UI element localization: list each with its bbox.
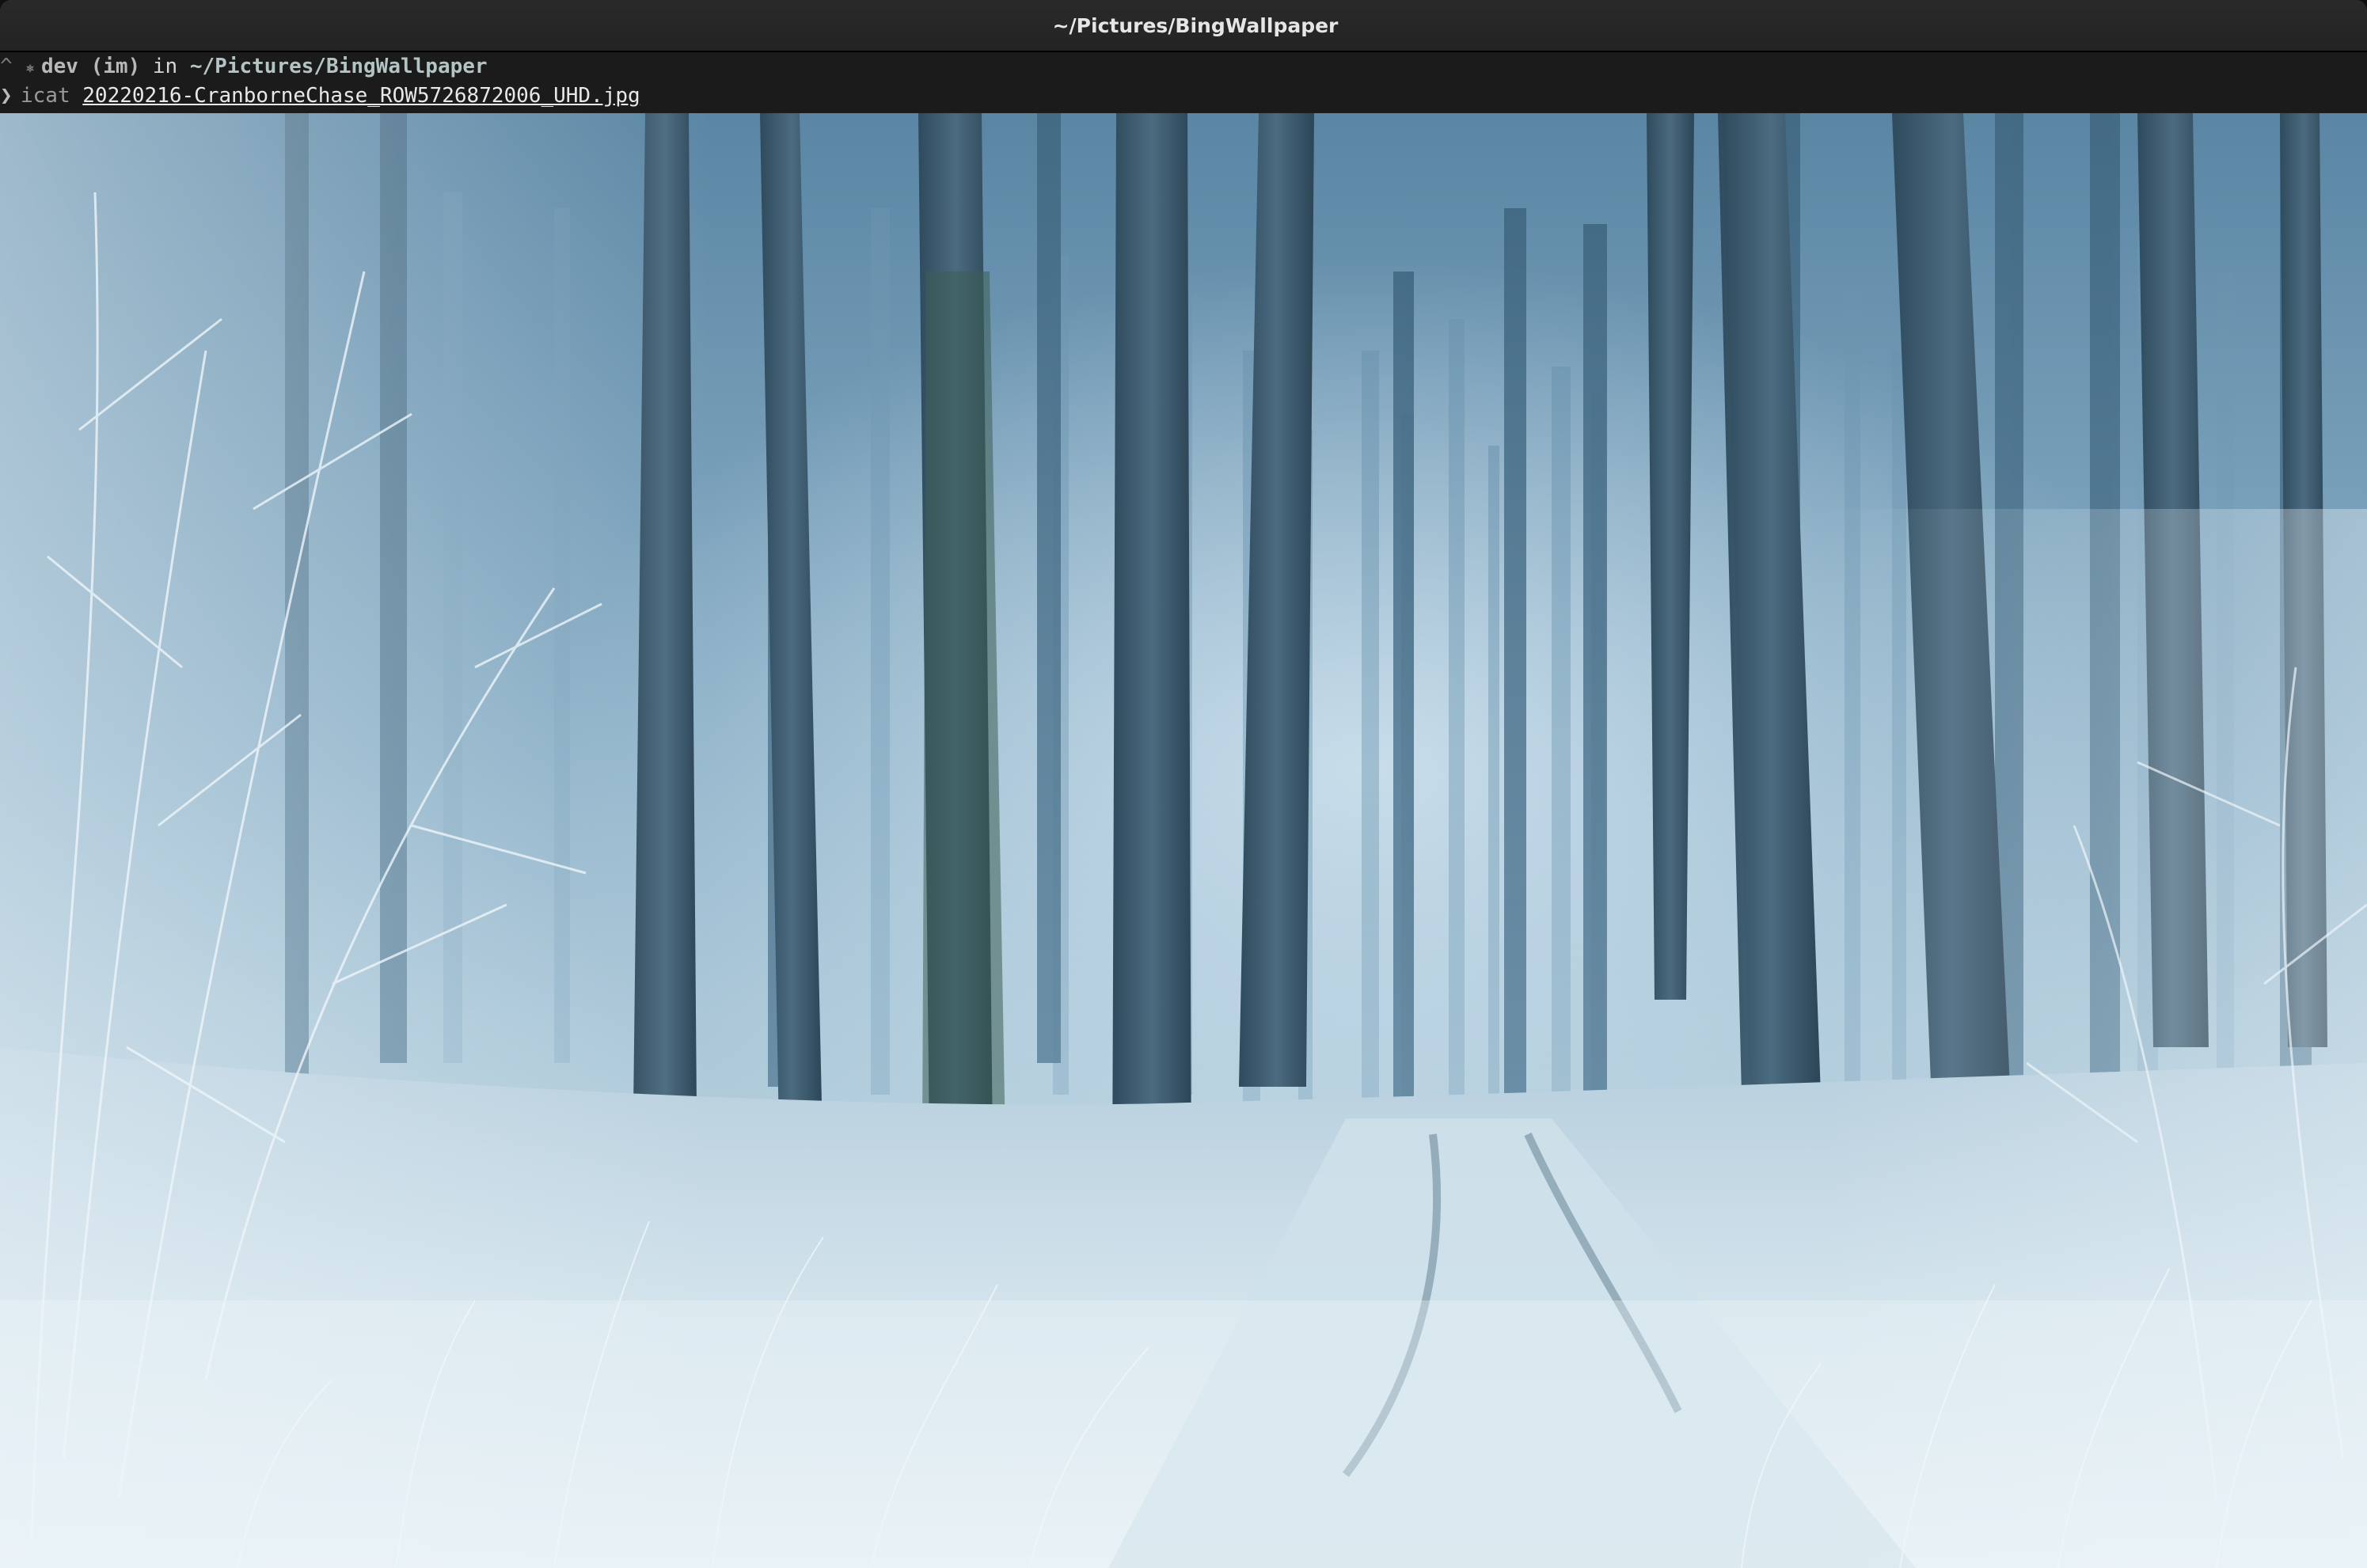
window-title: ~/Pictures/BingWallpaper bbox=[1052, 13, 1339, 37]
forest-photo bbox=[0, 113, 2367, 1568]
in-word: in bbox=[152, 55, 178, 78]
command-name: icat bbox=[21, 84, 70, 108]
terminal-output[interactable]: ^ ⎈ dev (im) in ~/Pictures/BingWallpaper ❯… bbox=[0, 52, 2367, 112]
git-branch-icon: ⎈ bbox=[25, 60, 35, 77]
command-file-argument[interactable]: 20220216-CranborneChase_ROW5726872006_UH… bbox=[82, 84, 640, 108]
terminal-window: ~/Pictures/BingWallpaper ^ ⎈ dev (im) in ~… bbox=[0, 0, 2367, 1568]
git-branch-state: (im) bbox=[90, 55, 141, 78]
title-bar[interactable]: ~/Pictures/BingWallpaper bbox=[0, 0, 2367, 52]
icat-image-output bbox=[0, 113, 2367, 1568]
prompt-context-line: ^ ⎈ dev (im) in ~/Pictures/BingWallpaper bbox=[0, 52, 488, 82]
current-directory: ~/Pictures/BingWallpaper bbox=[189, 55, 488, 78]
prompt-chevron-icon: ❯ bbox=[0, 84, 13, 108]
git-branch-name: dev bbox=[41, 55, 78, 78]
command-line[interactable]: ❯ icat 20220216-CranborneChase_ROW5726872… bbox=[0, 82, 640, 111]
caret-glyph: ^ bbox=[0, 55, 13, 78]
frost-overlay bbox=[0, 1300, 2367, 1568]
